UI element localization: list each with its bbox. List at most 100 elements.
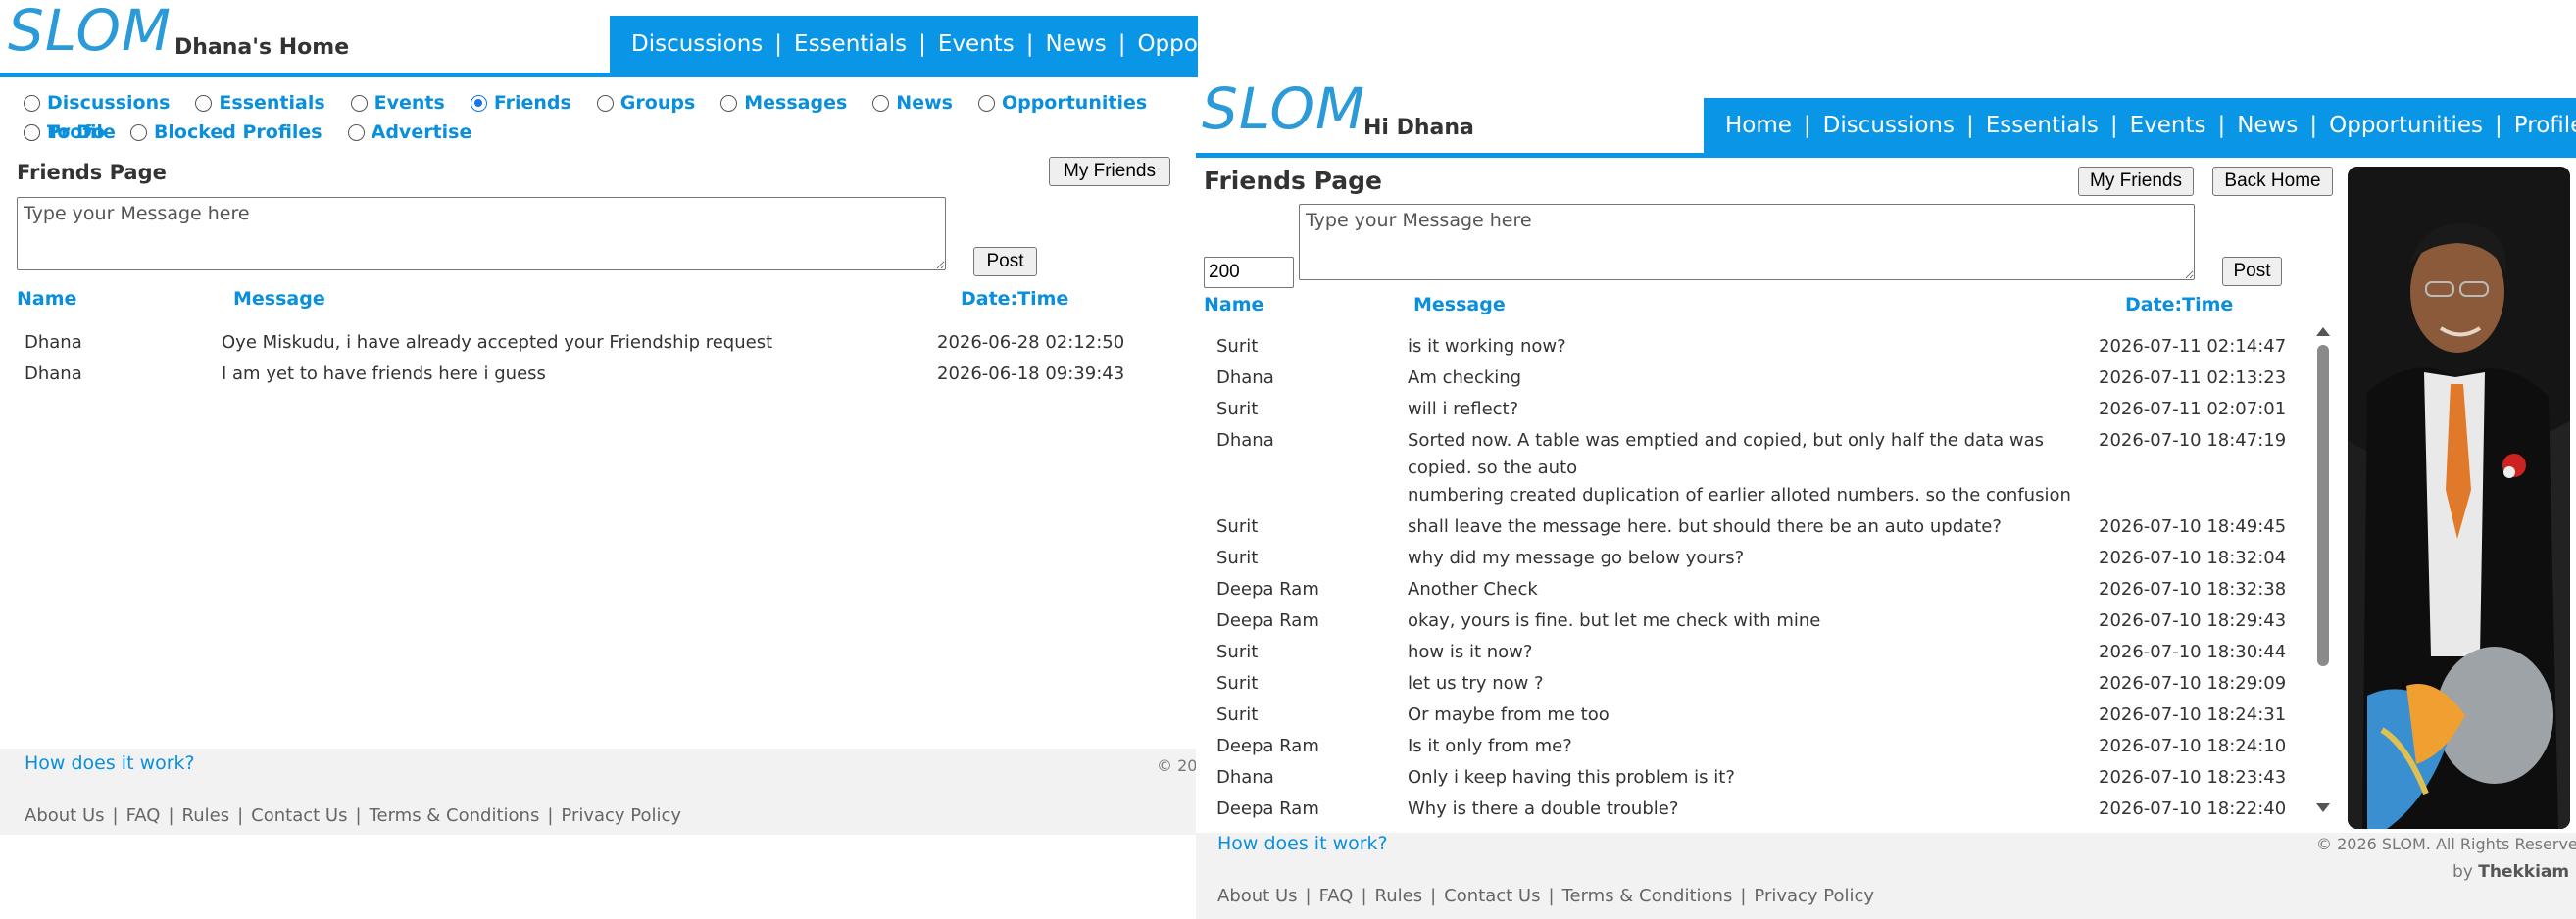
- footer-link-terms-conditions[interactable]: Terms & Conditions: [370, 805, 540, 826]
- cell-name: Surit: [1216, 704, 1259, 725]
- tab-label: Opportunities: [1001, 92, 1148, 114]
- column-header-name[interactable]: Name: [1204, 294, 1263, 315]
- radio-button-icon[interactable]: [470, 94, 487, 112]
- nav-item-essentials[interactable]: Essentials: [794, 31, 907, 57]
- credit: by Thekkiam: [2452, 862, 2569, 882]
- tab-groups[interactable]: Groups: [596, 88, 695, 118]
- footer-link-contact-us[interactable]: Contact Us: [1444, 886, 1540, 906]
- cell-name: Dhana: [25, 363, 82, 384]
- footer-link-rules[interactable]: Rules: [182, 805, 230, 826]
- footer-link-privacy-policy[interactable]: Privacy Policy: [1754, 886, 1874, 906]
- message-input[interactable]: [17, 197, 946, 270]
- nav-item-essentials[interactable]: Essentials: [1986, 113, 2099, 138]
- nav-item-events[interactable]: Events: [938, 31, 1015, 57]
- tab-blocked-profiles[interactable]: Blocked Profiles: [129, 118, 322, 147]
- radio-button-icon[interactable]: [596, 94, 614, 112]
- tab-friends[interactable]: Friends: [470, 88, 571, 118]
- footer-link-privacy-policy[interactable]: Privacy Policy: [561, 805, 681, 826]
- radio-button-icon[interactable]: [872, 94, 890, 112]
- footer-separator: |: [1305, 886, 1312, 906]
- column-header-name[interactable]: Name: [17, 288, 76, 310]
- tab-events[interactable]: Events: [350, 88, 445, 118]
- nav-item-discussions[interactable]: Discussions: [631, 31, 763, 57]
- page-title: Friends Page: [17, 161, 167, 184]
- column-header-message[interactable]: Message: [1413, 294, 1506, 315]
- column-header-datetime[interactable]: Date:Time: [961, 288, 1068, 310]
- footer-link-contact-us[interactable]: Contact Us: [251, 805, 347, 826]
- nav-item-home[interactable]: Home: [1725, 113, 1792, 138]
- radio-button-icon[interactable]: [720, 94, 738, 112]
- cell-message: okay, yours is fine. but let me check wi…: [1408, 610, 1821, 631]
- tab-essentials[interactable]: Essentials: [195, 88, 325, 118]
- greeting: Dhana's Home: [174, 35, 350, 60]
- profile-photo: [2348, 167, 2570, 829]
- radio-button-icon[interactable]: [24, 123, 40, 141]
- tab-messages[interactable]: Messages: [720, 88, 847, 118]
- scroll-thumb[interactable]: [2317, 345, 2329, 666]
- cell-message: let us try now ?: [1408, 673, 1544, 694]
- footer-link-rules[interactable]: Rules: [1375, 886, 1423, 906]
- footer-link-faq[interactable]: FAQ: [1319, 886, 1354, 906]
- tab-label: Essentials: [219, 92, 325, 114]
- radio-button-icon[interactable]: [129, 123, 147, 141]
- footer-separator: |: [168, 805, 174, 826]
- nav-item-profiles[interactable]: Profiles: [2514, 113, 2576, 138]
- slom-logo[interactable]: SLOM: [1202, 80, 1365, 137]
- cell-datetime: 2026-07-10 18:22:40: [2099, 798, 2287, 819]
- logo-text: SLOM: [1202, 78, 1366, 142]
- slom-logo[interactable]: SLOM: [8, 2, 172, 59]
- footer-link-faq[interactable]: FAQ: [126, 805, 161, 826]
- my-friends-button[interactable]: My Friends: [2078, 167, 2194, 196]
- nav-item-opportunities[interactable]: Opportunities: [2329, 113, 2483, 138]
- my-friends-button[interactable]: My Friends: [1049, 157, 1170, 186]
- nav-item-events[interactable]: Events: [2130, 113, 2206, 138]
- cell-name: Deepa Ram: [1216, 610, 1319, 631]
- cell-name: Dhana: [1216, 430, 1274, 451]
- table-row: Deepa Ram Is it only from me? 2026-07-10 1…: [1216, 733, 2304, 760]
- footer-link-terms-conditions[interactable]: Terms & Conditions: [1562, 886, 1733, 906]
- table-row: Surit Or maybe from me too 2026-07-10 18:2…: [1216, 701, 2304, 729]
- nav-item-news[interactable]: News: [1046, 31, 1107, 57]
- radio-button-icon[interactable]: [347, 123, 365, 141]
- how-it-works-link[interactable]: How does it work?: [25, 752, 195, 774]
- cell-name: Surit: [1216, 516, 1259, 537]
- nav-item-discussions[interactable]: Discussions: [1823, 113, 1955, 138]
- radio-button-icon[interactable]: [195, 94, 213, 112]
- footer-link-about-us[interactable]: About Us: [1217, 886, 1298, 906]
- nav-item-news[interactable]: News: [2237, 113, 2298, 138]
- cell-datetime: 2026-07-10 18:29:43: [2099, 610, 2287, 631]
- cell-name: Dhana: [1216, 767, 1274, 788]
- tab-opportunities[interactable]: Opportunities: [977, 88, 1148, 118]
- tab-discussions[interactable]: Discussions: [24, 88, 170, 118]
- nav-item-opportunities[interactable]: Opportunities: [1137, 31, 1198, 57]
- cell-message: Another Check: [1408, 579, 1538, 600]
- page-title: Friends Page: [1204, 167, 1382, 195]
- back-home-button[interactable]: Back Home: [2212, 167, 2333, 196]
- message-count-input[interactable]: [1204, 257, 1294, 288]
- tab-to-do[interactable]: To Do: [24, 118, 105, 147]
- column-header-message[interactable]: Message: [233, 288, 325, 310]
- message-input[interactable]: [1299, 204, 2195, 280]
- tab-news[interactable]: News: [872, 88, 953, 118]
- column-header-datetime[interactable]: Date:Time: [2125, 294, 2233, 315]
- post-button[interactable]: Post: [2222, 257, 2282, 286]
- radio-button-icon[interactable]: [977, 94, 995, 112]
- scroll-down-arrow-icon[interactable]: [2316, 803, 2330, 812]
- top-nav: Home | Discussions | Essentials | Events | News |…: [1704, 98, 2576, 153]
- footer-link-about-us[interactable]: About Us: [25, 805, 105, 826]
- cell-message: Is it only from me?: [1408, 736, 1572, 756]
- message-scroll-area[interactable]: Surit is it working now? 2026-07-11 02:14:…: [1196, 329, 2313, 911]
- scroll-up-arrow-icon[interactable]: [2316, 327, 2330, 336]
- radio-button-icon[interactable]: [350, 94, 368, 112]
- radio-button-icon[interactable]: [24, 94, 40, 112]
- footer-separator: |: [1740, 886, 1747, 906]
- cell-message: I am yet to have friends here i guess: [222, 363, 546, 384]
- post-button[interactable]: Post: [973, 247, 1037, 276]
- footer-links: About Us | FAQ | Rules | Contact Us | Terms & Co…: [25, 805, 681, 826]
- cell-datetime: 2026-07-10 18:29:09: [2099, 673, 2287, 694]
- scrollbar[interactable]: [2314, 325, 2332, 815]
- tab-advertise[interactable]: Advertise: [347, 118, 471, 147]
- footer-separator: |: [1430, 886, 1437, 906]
- table-row: Surit shall leave the message here. but s…: [1216, 513, 2304, 541]
- how-it-works-link[interactable]: How does it work?: [1217, 833, 1388, 854]
